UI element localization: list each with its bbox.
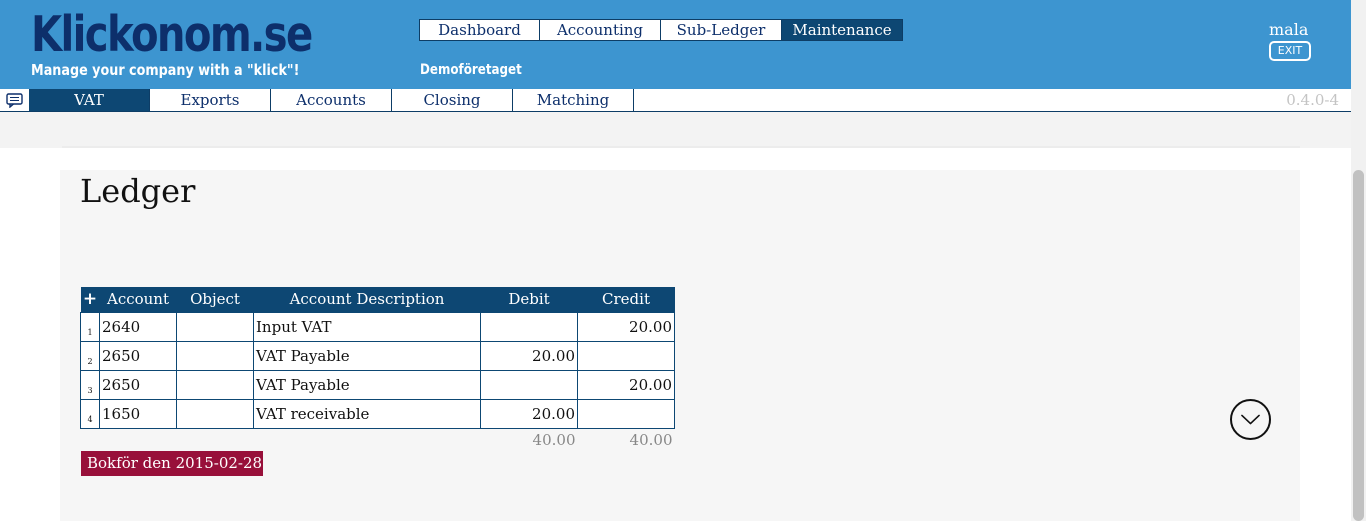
debit-total: 40.00 bbox=[532, 431, 576, 450]
account-cell[interactable]: 2650 bbox=[99, 340, 177, 371]
totals-spacer bbox=[254, 428, 481, 452]
totals-row: 40.00 40.00 bbox=[81, 428, 675, 452]
row-number: 4 bbox=[80, 398, 100, 429]
subtab-closing[interactable]: Closing bbox=[392, 89, 513, 111]
tab-maintenance[interactable]: Maintenance bbox=[782, 19, 903, 41]
version-label: 0.4.0-4 bbox=[1286, 91, 1339, 109]
debit-cell[interactable] bbox=[480, 311, 578, 342]
object-cell[interactable] bbox=[176, 340, 254, 371]
account-cell[interactable]: 2640 bbox=[99, 311, 177, 342]
chevron-down-circle-icon[interactable] bbox=[1230, 399, 1271, 440]
account-cell[interactable]: 1650 bbox=[99, 398, 177, 429]
table-header-row: + Account Object Account Description Deb… bbox=[80, 287, 675, 312]
column-header-debit[interactable]: Debit bbox=[480, 287, 578, 312]
credit-total: 40.00 bbox=[629, 431, 673, 450]
app-header: Klickonom.se Manage your company with a … bbox=[0, 0, 1351, 89]
tagline: Manage your company with a "klick"! bbox=[31, 61, 300, 79]
main-nav: Dashboard Accounting Sub-Ledger Maintena… bbox=[419, 19, 903, 41]
company-name: Demoföretaget bbox=[420, 62, 522, 78]
post-button[interactable]: Bokför den 2015-02-28 bbox=[81, 451, 263, 476]
totals-spacer bbox=[81, 428, 100, 452]
credit-cell[interactable]: 20.00 bbox=[577, 311, 675, 342]
logo[interactable]: Klickonom.se bbox=[31, 4, 313, 66]
description-cell[interactable]: VAT Payable bbox=[253, 340, 481, 371]
debit-cell[interactable] bbox=[480, 369, 578, 400]
object-cell[interactable] bbox=[176, 369, 254, 400]
tab-accounting[interactable]: Accounting bbox=[540, 19, 661, 41]
add-row-icon[interactable]: + bbox=[80, 287, 100, 312]
column-header-object[interactable]: Object bbox=[176, 287, 254, 312]
credit-cell[interactable] bbox=[577, 340, 675, 371]
subtab-vat[interactable]: VAT bbox=[29, 89, 150, 111]
table-row: 1 2640 Input VAT 20.00 bbox=[80, 311, 675, 342]
table-row: 2 2650 VAT Payable 20.00 bbox=[80, 340, 675, 371]
ledger-table: + Account Object Account Description Deb… bbox=[80, 287, 675, 452]
description-cell[interactable]: VAT receivable bbox=[253, 398, 481, 429]
sub-nav: VAT Exports Accounts Closing Matching 0.… bbox=[0, 89, 1351, 112]
credit-cell[interactable] bbox=[577, 398, 675, 429]
sub-tabs: VAT Exports Accounts Closing Matching bbox=[29, 89, 634, 111]
tab-sub-ledger[interactable]: Sub-Ledger bbox=[661, 19, 782, 41]
debit-cell[interactable]: 20.00 bbox=[480, 398, 578, 429]
totals-spacer bbox=[177, 428, 254, 452]
scrollbar-thumb[interactable] bbox=[1353, 170, 1364, 521]
tab-dashboard[interactable]: Dashboard bbox=[419, 19, 540, 41]
row-number: 2 bbox=[80, 340, 100, 371]
totals-spacer bbox=[100, 428, 177, 452]
object-cell[interactable] bbox=[176, 398, 254, 429]
chat-bubble-icon[interactable] bbox=[6, 93, 23, 108]
account-cell[interactable]: 2650 bbox=[99, 369, 177, 400]
exit-button[interactable]: EXIT bbox=[1269, 41, 1311, 61]
column-header-account[interactable]: Account bbox=[99, 287, 177, 312]
table-row: 4 1650 VAT receivable 20.00 bbox=[80, 398, 675, 429]
column-header-credit[interactable]: Credit bbox=[577, 287, 675, 312]
subtab-accounts[interactable]: Accounts bbox=[271, 89, 392, 111]
debit-cell[interactable]: 20.00 bbox=[480, 340, 578, 371]
page-title: Ledger bbox=[80, 172, 196, 210]
divider bbox=[62, 146, 1300, 148]
subtab-exports[interactable]: Exports bbox=[150, 89, 271, 111]
row-number: 1 bbox=[80, 311, 100, 342]
table-row: 3 2650 VAT Payable 20.00 bbox=[80, 369, 675, 400]
credit-cell[interactable]: 20.00 bbox=[577, 369, 675, 400]
description-cell[interactable]: Input VAT bbox=[253, 311, 481, 342]
object-cell[interactable] bbox=[176, 311, 254, 342]
user-name: mala bbox=[1269, 20, 1309, 39]
column-header-description[interactable]: Account Description bbox=[253, 287, 481, 312]
row-number: 3 bbox=[80, 369, 100, 400]
subtab-matching[interactable]: Matching bbox=[513, 89, 634, 111]
description-cell[interactable]: VAT Payable bbox=[253, 369, 481, 400]
